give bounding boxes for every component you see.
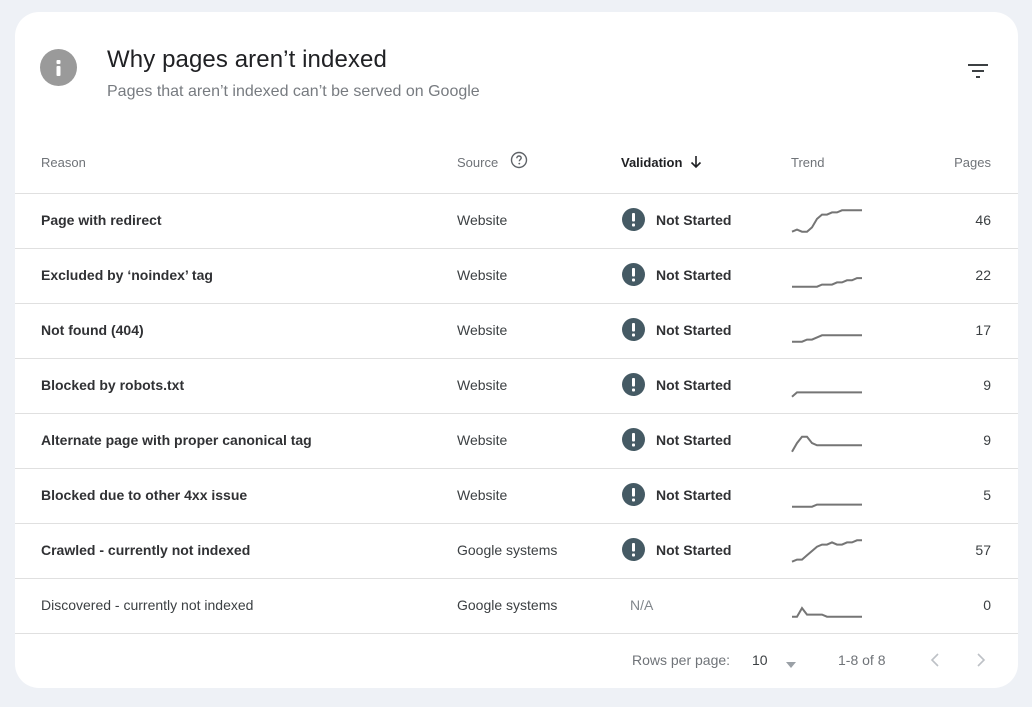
trend-sparkline [792,606,862,618]
reason-cell[interactable]: Discovered - currently not indexed [41,597,253,613]
table-body: Page with redirect Website Not Started 46 Ex… [15,194,1018,634]
filter-button[interactable] [963,58,993,84]
exclamation-circle-icon [622,318,645,341]
exclamation-circle-icon [622,208,645,231]
trend-line [791,539,862,563]
pages-count-cell: 57 [975,542,991,558]
rows-per-page-label: Rows per page: [632,652,731,668]
next-page-button[interactable] [973,648,989,677]
info-icon [40,49,77,86]
trend-line [792,606,862,618]
validation-status: Not Started [656,266,732,283]
source-cell: Website [457,432,508,448]
pages-count-cell: 46 [975,212,991,228]
table-row[interactable]: Page with redirect Website Not Started 46 [15,194,1018,249]
chevron-right-icon [977,653,986,667]
trend-line [792,334,862,343]
trend-line [792,277,862,288]
pages-count-cell: 5 [983,487,991,503]
trend-sparkline [792,277,862,288]
trend-line [791,435,862,453]
card-title: Why pages aren’t indexed [107,46,387,73]
source-cell: Website [457,267,508,283]
trend-line [791,209,862,233]
pages-count-cell: 9 [983,377,991,393]
validation-cell: Not Started [622,538,731,561]
table-row[interactable]: Blocked by robots.txt Website Not Started 9 [15,359,1018,414]
why-pages-not-indexed-card: Why pages aren’t indexed Pages that aren… [15,12,1018,688]
validation-status: Not Started [656,376,732,393]
pagination-range: 1-8 of 8 [838,652,886,668]
exclamation-circle-icon [622,373,645,396]
validation-cell: Not Started [622,483,731,506]
caret-down-icon[interactable] [785,656,797,674]
source-cell: Google systems [457,542,558,558]
pages-count-cell: 22 [975,267,991,283]
validation-cell: Not Started [622,263,731,286]
trend-sparkline [791,435,862,453]
trend-sparkline [791,391,862,398]
validation-cell: Not Started [622,373,731,396]
exclamation-circle-icon [622,428,645,451]
table-row[interactable]: Blocked due to other 4xx issue Website Not… [15,469,1018,524]
card-header: Why pages aren’t indexed Pages that aren… [15,12,1018,142]
reason-cell[interactable]: Alternate page with proper canonical tag [41,432,312,448]
chevron-left-icon [930,653,939,667]
source-cell: Google systems [457,597,558,613]
exclamation-circle-icon [622,538,645,561]
column-header-reason[interactable]: Reason [41,155,86,170]
table-row[interactable]: Not found (404) Website Not Started 17 [15,304,1018,359]
validation-cell: Not Started [622,208,731,231]
trend-sparkline [791,209,862,233]
reason-cell[interactable]: Excluded by ‘noindex’ tag [41,267,213,283]
column-header-validation[interactable]: Validation [621,155,682,170]
validation-status: Not Started [656,431,732,448]
previous-page-button[interactable] [927,648,943,677]
source-cell: Website [457,377,508,393]
pages-count-cell: 17 [975,322,991,338]
exclamation-circle-icon [622,263,645,286]
trend-line [792,503,862,508]
filter-icon [968,64,988,78]
trend-sparkline [792,334,862,343]
exclamation-circle-icon [622,483,645,506]
trend-sparkline [791,539,862,563]
table-row[interactable]: Discovered - currently not indexed Google… [15,579,1018,634]
reason-cell[interactable]: Crawled - currently not indexed [41,542,250,558]
help-circle-icon[interactable] [509,150,529,175]
reason-cell[interactable]: Page with redirect [41,212,162,228]
table-row[interactable]: Alternate page with proper canonical tag… [15,414,1018,469]
trend-line [791,391,862,398]
validation-status: N/A [630,597,654,613]
pages-count-cell: 9 [983,432,991,448]
column-header-pages[interactable]: Pages [954,155,991,170]
reason-cell[interactable]: Not found (404) [41,322,144,338]
column-header-source[interactable]: Source [457,155,498,170]
reason-cell[interactable]: Blocked by robots.txt [41,377,184,393]
validation-cell: Not Started [622,428,731,451]
reasons-table: Reason Source Validation Trend Pages Pag… [15,140,1018,634]
card-subtitle: Pages that aren’t indexed can’t be serve… [107,83,480,100]
source-cell: Website [457,322,508,338]
trend-sparkline [792,503,862,508]
table-row[interactable]: Crawled - currently not indexed Google sy… [15,524,1018,579]
reason-cell[interactable]: Blocked due to other 4xx issue [41,487,247,503]
column-header-trend: Trend [791,155,825,170]
table-header: Reason Source Validation Trend Pages [15,140,1018,194]
validation-status: Not Started [656,486,732,503]
validation-status: Not Started [656,321,732,338]
validation-status: Not Started [656,211,732,228]
validation-status: Not Started [656,541,732,558]
rows-per-page-select[interactable]: 10 [752,652,768,668]
validation-cell: N/A [622,593,653,613]
pagination-footer: Rows per page: 10 1-8 of 8 [15,642,1018,682]
source-cell: Website [457,212,508,228]
arrow-down-icon[interactable] [688,153,704,176]
source-cell: Website [457,487,508,503]
validation-cell: Not Started [622,318,731,341]
table-row[interactable]: Excluded by ‘noindex’ tag Website Not Star… [15,249,1018,304]
pages-count-cell: 0 [983,597,991,613]
